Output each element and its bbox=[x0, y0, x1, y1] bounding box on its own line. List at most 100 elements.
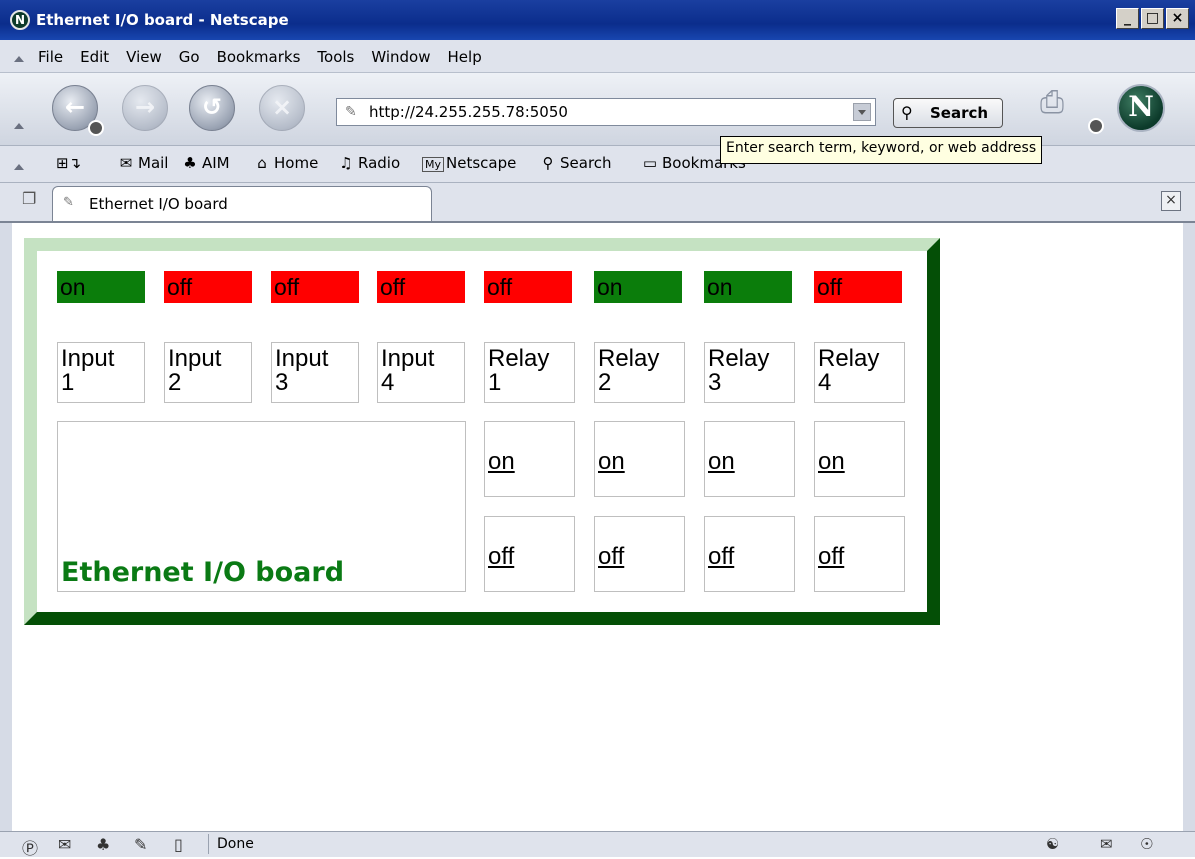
page-icon: ✎ bbox=[63, 195, 74, 210]
status-input-1: on bbox=[57, 271, 145, 303]
close-window-button[interactable]: × bbox=[1166, 8, 1189, 29]
relay-2-off-cell: off bbox=[594, 516, 685, 592]
netscape-logo-icon[interactable]: N bbox=[1117, 84, 1165, 132]
maximize-button[interactable]: □ bbox=[1141, 8, 1164, 29]
relay-4-on-link[interactable]: on bbox=[818, 448, 845, 476]
back-arrow-icon: ← bbox=[64, 93, 86, 121]
security-lock-icon[interactable]: ☉ bbox=[1140, 835, 1153, 853]
netscape-app-icon: N bbox=[10, 10, 30, 30]
window-title: Ethernet I/O board - Netscape bbox=[36, 11, 289, 29]
menu-edit[interactable]: Edit bbox=[80, 48, 109, 66]
relay-2-off-link[interactable]: off bbox=[598, 543, 624, 571]
status-relay-3: on bbox=[704, 271, 792, 303]
search-button[interactable]: ⚲ Search bbox=[893, 98, 1003, 128]
status-relay-2: on bbox=[594, 271, 682, 303]
toolbar-grip-icon[interactable] bbox=[14, 123, 24, 129]
menu-window[interactable]: Window bbox=[371, 48, 430, 66]
address-book-icon[interactable]: ▯ bbox=[174, 835, 183, 854]
popup-manager-icon[interactable]: ✉ bbox=[1100, 835, 1113, 853]
url-bar[interactable]: ✎ bbox=[336, 98, 876, 126]
bookmark-aim[interactable]: ♣ AIM bbox=[180, 154, 229, 172]
mail-icon[interactable]: ✉ bbox=[58, 835, 71, 854]
status-input-4: off bbox=[377, 271, 465, 303]
minimize-button[interactable]: _ bbox=[1116, 8, 1139, 29]
relay-3-on-cell: on bbox=[704, 421, 795, 497]
label-relay-2: Relay 2 bbox=[594, 342, 685, 403]
relay-1-on-link[interactable]: on bbox=[488, 448, 515, 476]
relay-4-on-cell: on bbox=[814, 421, 905, 497]
bookmark-netscape[interactable]: My Netscape bbox=[422, 154, 516, 172]
label-relay-3: Relay 3 bbox=[704, 342, 795, 403]
search-icon: ⚲ bbox=[901, 103, 913, 122]
url-history-dropdown-icon[interactable] bbox=[853, 103, 871, 121]
composer-icon[interactable]: ✎ bbox=[134, 835, 147, 854]
board-title: Ethernet I/O board bbox=[61, 557, 345, 588]
label-relay-1: Relay 1 bbox=[484, 342, 575, 403]
relay-4-off-cell: off bbox=[814, 516, 905, 592]
online-status-icon[interactable]: ☯ bbox=[1046, 835, 1059, 853]
navigator-icon[interactable]: Ⓟ bbox=[22, 835, 38, 859]
new-tab-icon[interactable]: ❐ bbox=[22, 189, 44, 211]
mail-icon: ✉ bbox=[119, 154, 133, 172]
bookmarks-folder-icon: ▭ bbox=[642, 154, 658, 172]
url-input[interactable] bbox=[369, 101, 839, 123]
status-relay-4: off bbox=[814, 271, 902, 303]
aim-icon: ♣ bbox=[183, 154, 197, 172]
status-input-3: off bbox=[271, 271, 359, 303]
forward-button[interactable]: → bbox=[122, 85, 168, 131]
reload-button[interactable]: ↺ bbox=[189, 85, 235, 131]
menu-view[interactable]: View bbox=[126, 48, 162, 66]
status-text: Done bbox=[208, 834, 857, 854]
close-tab-icon[interactable]: × bbox=[1161, 191, 1181, 211]
url-tooltip: Enter search term, keyword, or web addre… bbox=[720, 136, 1043, 164]
label-input-3: Input 3 bbox=[271, 342, 359, 403]
stop-button[interactable]: × bbox=[259, 85, 305, 131]
page-icon: ✎ bbox=[345, 104, 357, 120]
toolbar-grip-icon[interactable] bbox=[14, 164, 24, 170]
bookmark-radio[interactable]: ♫ Radio bbox=[336, 154, 400, 172]
aim-icon[interactable]: ♣ bbox=[96, 835, 110, 854]
toolbar-grip-icon[interactable] bbox=[14, 56, 24, 62]
relay-2-on-cell: on bbox=[594, 421, 685, 497]
relay-3-off-cell: off bbox=[704, 516, 795, 592]
home-icon: ⌂ bbox=[257, 154, 267, 172]
menu-file[interactable]: File bbox=[38, 48, 63, 66]
relay-1-on-cell: on bbox=[484, 421, 575, 497]
relay-3-on-link[interactable]: on bbox=[708, 448, 735, 476]
menu-tools[interactable]: Tools bbox=[317, 48, 354, 66]
print-icon[interactable]: ⎙ bbox=[1040, 85, 1086, 121]
bookmark-mail[interactable]: ✉ Mail bbox=[116, 154, 169, 172]
relay-1-off-cell: off bbox=[484, 516, 575, 592]
io-board-panel: on off off off off on on off Input 1 Inpu… bbox=[24, 238, 940, 625]
menu-go[interactable]: Go bbox=[179, 48, 200, 66]
status-relay-1: off bbox=[484, 271, 572, 303]
back-history-dropdown-icon[interactable] bbox=[88, 120, 104, 136]
tab-list-icon[interactable]: ⊞↴ bbox=[56, 154, 81, 172]
relay-2-on-link[interactable]: on bbox=[598, 448, 625, 476]
menu-help[interactable]: Help bbox=[448, 48, 482, 66]
radio-icon: ♫ bbox=[339, 154, 353, 172]
label-input-1: Input 1 bbox=[57, 342, 145, 403]
relay-3-off-link[interactable]: off bbox=[708, 543, 734, 571]
my-netscape-icon: My bbox=[422, 157, 444, 172]
menu-bookmarks[interactable]: Bookmarks bbox=[217, 48, 301, 66]
search-icon: ⚲ bbox=[542, 154, 554, 172]
tab-ethernet-io-board[interactable]: ✎ Ethernet I/O board bbox=[52, 186, 432, 221]
reload-icon: ↺ bbox=[201, 93, 223, 121]
brand-cell: Ethernet I/O board bbox=[57, 421, 466, 592]
relay-4-off-link[interactable]: off bbox=[818, 543, 844, 571]
relay-1-off-link[interactable]: off bbox=[488, 543, 514, 571]
label-input-2: Input 2 bbox=[164, 342, 252, 403]
browser-window: N Ethernet I/O board - Netscape _ □ × Fi… bbox=[0, 0, 1195, 859]
status-bar: Ⓟ ✉ ♣ ✎ ▯ Done ☯ ✉ ☉ bbox=[0, 831, 1195, 859]
print-dropdown-icon[interactable] bbox=[1088, 118, 1104, 134]
bookmark-search[interactable]: ⚲ Search bbox=[538, 154, 612, 172]
page-content: on off off off off on on off Input 1 Inpu… bbox=[12, 223, 1183, 831]
status-input-2: off bbox=[164, 271, 252, 303]
tab-bar: ❐ ✎ Ethernet I/O board × bbox=[0, 183, 1195, 223]
label-input-4: Input 4 bbox=[377, 342, 465, 403]
label-relay-4: Relay 4 bbox=[814, 342, 905, 403]
window-controls: _ □ × bbox=[1116, 8, 1189, 29]
search-button-label: Search bbox=[930, 104, 989, 122]
bookmark-home[interactable]: ⌂ Home bbox=[252, 154, 318, 172]
